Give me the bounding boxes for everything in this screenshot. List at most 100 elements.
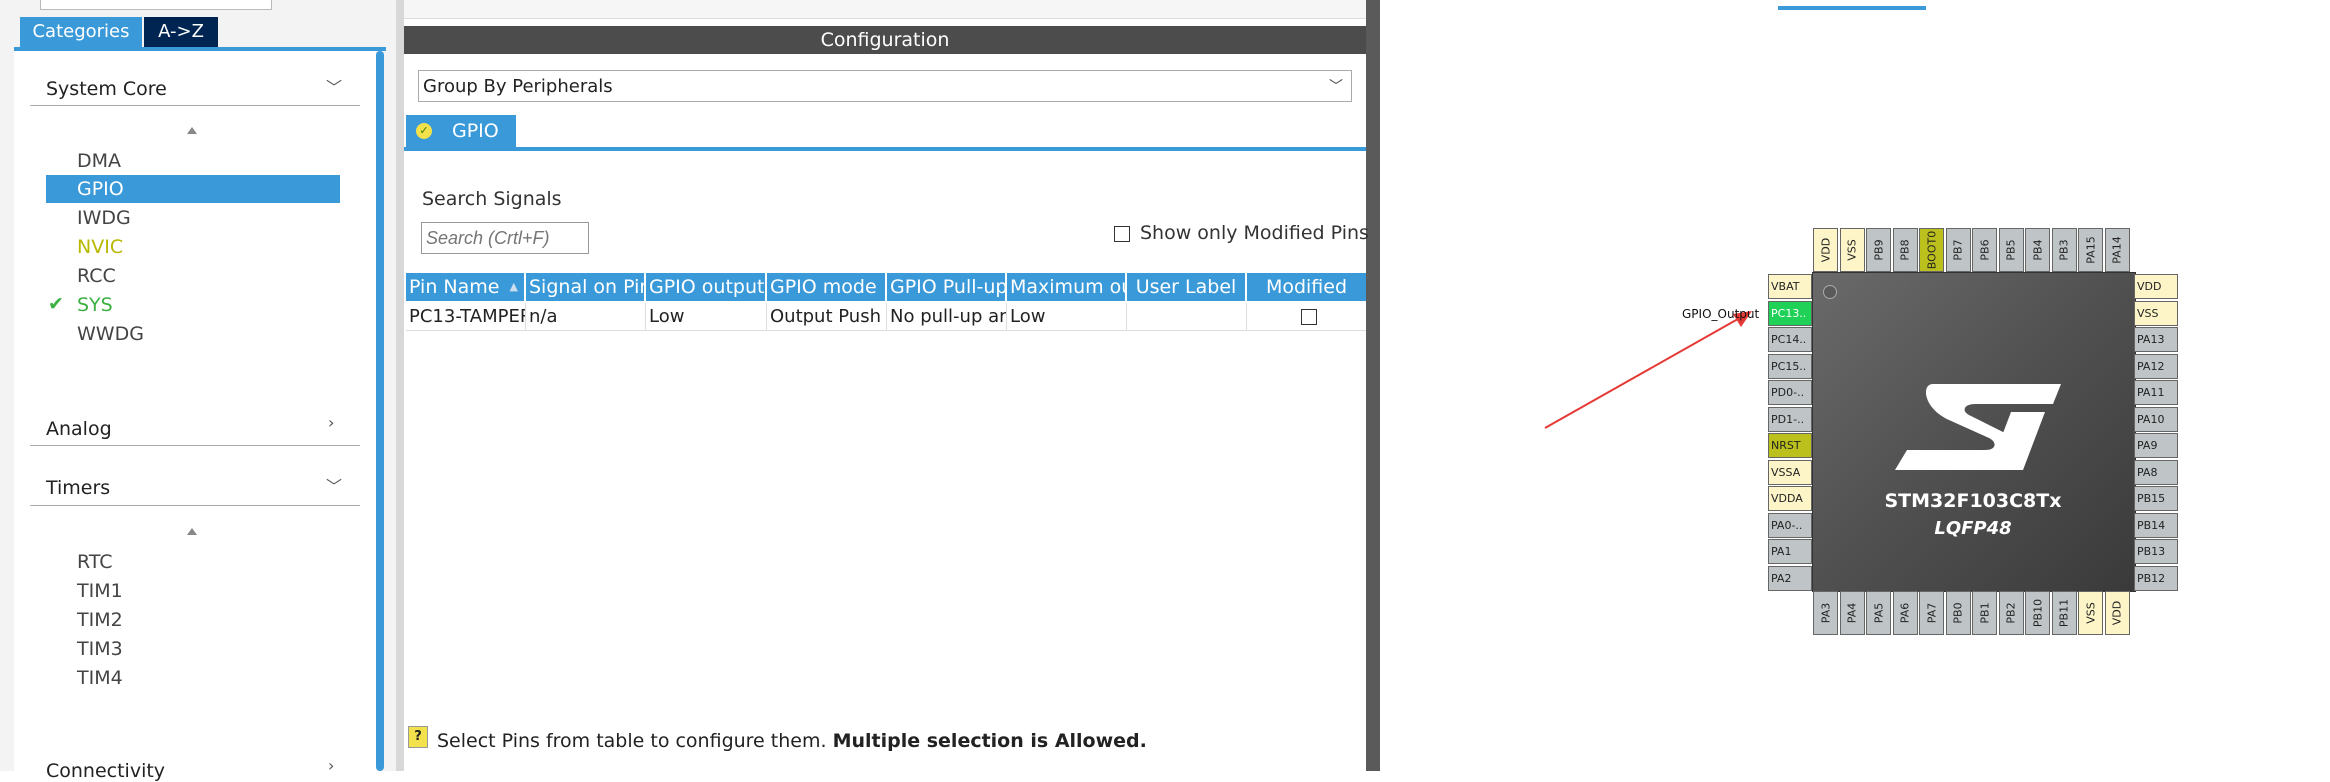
section-system-core[interactable]: System Core: [46, 78, 167, 100]
table-cell-user-label[interactable]: [1127, 303, 1247, 331]
pin-vss[interactable]: VSS: [2134, 300, 2178, 326]
pin-vbat[interactable]: VBAT: [1768, 274, 1812, 299]
table-cell-pull[interactable]: No pull-up and no pull-down: [887, 303, 1007, 331]
list-item-wwdg[interactable]: WWDG: [77, 323, 144, 345]
column-header-pin-name[interactable]: Pin Name ▲: [406, 273, 526, 301]
group-by-select[interactable]: Group By Peripherals ﹀: [418, 70, 1352, 102]
section-divider: [30, 105, 360, 106]
tab-gpio[interactable]: ✓ GPIO: [406, 115, 516, 147]
show-modified-checkbox[interactable]: [1114, 226, 1130, 242]
pin-pa15[interactable]: PA15: [2078, 228, 2103, 272]
column-header-pull[interactable]: GPIO Pull-up/Pull-down: [887, 273, 1007, 301]
pin-vdd[interactable]: VDD: [2104, 591, 2130, 635]
list-item-gpio[interactable]: GPIO: [46, 175, 340, 203]
pin-vss[interactable]: VSS: [1839, 228, 1865, 272]
panel-divider[interactable]: [396, 0, 404, 771]
pin-pa4[interactable]: PA4: [1839, 591, 1865, 635]
pin-pb0[interactable]: PB0: [1945, 591, 1971, 635]
list-item-rcc[interactable]: RCC: [77, 265, 116, 287]
table-cell-output-level[interactable]: Low: [646, 303, 767, 331]
modified-checkbox[interactable]: [1301, 309, 1317, 325]
list-item-tim1[interactable]: TIM1: [77, 580, 123, 602]
sort-asc-icon: ▲: [509, 280, 518, 293]
scroll-up-icon[interactable]: [187, 528, 197, 535]
pin-pa12[interactable]: PA12: [2134, 353, 2178, 379]
column-header-user-label[interactable]: User Label: [1127, 273, 1247, 301]
pin-pb3[interactable]: PB3: [2051, 228, 2077, 272]
pin-pb7[interactable]: PB7: [1945, 228, 1971, 272]
pin-pb4[interactable]: PB4: [2025, 228, 2050, 272]
table-cell-signal[interactable]: n/a: [526, 303, 646, 331]
chevron-right-icon[interactable]: ›: [328, 756, 334, 775]
table-cell-max-speed[interactable]: Low: [1007, 303, 1127, 331]
pin-pb14[interactable]: PB14: [2134, 512, 2178, 538]
pin-pb2[interactable]: PB2: [1998, 591, 2024, 635]
pin-vdd[interactable]: VDD: [2134, 274, 2178, 299]
pin-vdda[interactable]: VDDA: [1768, 486, 1812, 511]
list-item-sys[interactable]: SYS: [77, 294, 113, 316]
pin-pb10[interactable]: PB10: [2025, 591, 2050, 635]
column-header-signal[interactable]: Signal on Pin: [526, 273, 646, 301]
scrollbar[interactable]: [376, 51, 384, 771]
pin-pa3[interactable]: PA3: [1813, 591, 1838, 635]
scroll-up-icon[interactable]: [187, 127, 197, 134]
pin-pa7[interactable]: PA7: [1919, 591, 1944, 635]
pin-pb1[interactable]: PB1: [1972, 591, 1997, 635]
pin-pa14[interactable]: PA14: [2104, 228, 2130, 272]
pin-pa0[interactable]: PA0-..: [1768, 512, 1812, 538]
pin-pb8[interactable]: PB8: [1892, 228, 1918, 272]
pin-pa8[interactable]: PA8: [2134, 459, 2178, 485]
pin-pa11[interactable]: PA11: [2134, 380, 2178, 405]
pin-pb5[interactable]: PB5: [1998, 228, 2024, 272]
pin-nrst[interactable]: NRST: [1768, 433, 1812, 458]
pin-pb6[interactable]: PB6: [1972, 228, 1997, 272]
column-header-max-speed[interactable]: Maximum output speed: [1007, 273, 1127, 301]
search-input[interactable]: [421, 222, 589, 254]
chevron-right-icon[interactable]: ›: [328, 413, 334, 432]
chevron-down-icon[interactable]: ﹀: [326, 74, 342, 98]
pin-pc14[interactable]: PC14..: [1768, 327, 1812, 352]
configuration-header: Configuration: [404, 26, 1366, 54]
pin-pc13[interactable]: PC13..: [1768, 300, 1812, 326]
pin-pd1[interactable]: PD1-..: [1768, 406, 1812, 432]
pin-pa10[interactable]: PA10: [2134, 406, 2178, 432]
pin-pa2[interactable]: PA2: [1768, 565, 1812, 591]
section-analog[interactable]: Analog: [46, 418, 112, 440]
chevron-down-icon[interactable]: ﹀: [326, 473, 342, 497]
pin-vdd[interactable]: VDD: [1813, 228, 1838, 272]
table-cell-pin-name[interactable]: PC13-TAMPER-RTC: [406, 303, 526, 331]
view-tab-underline: [1778, 6, 1926, 10]
list-item-tim4[interactable]: TIM4: [77, 667, 123, 689]
list-item-tim2[interactable]: TIM2: [77, 609, 123, 631]
tab-categories[interactable]: Categories: [20, 17, 142, 47]
pin-pa9[interactable]: PA9: [2134, 433, 2178, 458]
pin-pb15[interactable]: PB15: [2134, 486, 2178, 511]
list-item-nvic[interactable]: NVIC: [77, 236, 123, 258]
pin-pa1[interactable]: PA1: [1768, 539, 1812, 564]
tab-a-z[interactable]: A->Z: [144, 17, 218, 47]
column-header-modified[interactable]: Modified: [1247, 273, 1366, 301]
pin-pa5[interactable]: PA5: [1866, 591, 1891, 635]
pin-pa13[interactable]: PA13: [2134, 327, 2178, 352]
table-cell-gpio-mode[interactable]: Output Push Pull: [767, 303, 887, 331]
pin-vss[interactable]: VSS: [2078, 591, 2103, 635]
pin-pa6[interactable]: PA6: [1892, 591, 1918, 635]
pin-pb9[interactable]: PB9: [1866, 228, 1891, 272]
column-header-gpio-mode[interactable]: GPIO mode: [767, 273, 887, 301]
list-item-dma[interactable]: DMA: [77, 150, 121, 172]
section-timers[interactable]: Timers: [46, 477, 110, 499]
list-item-tim3[interactable]: TIM3: [77, 638, 123, 660]
pin-pc15[interactable]: PC15..: [1768, 353, 1812, 379]
list-item-iwdg[interactable]: IWDG: [77, 207, 131, 229]
panel-divider[interactable]: [1366, 0, 1380, 771]
top-search-field[interactable]: [40, 0, 272, 10]
list-item-rtc[interactable]: RTC: [77, 551, 113, 573]
pin-pb11[interactable]: PB11: [2051, 591, 2077, 635]
column-header-output-level[interactable]: GPIO output level: [646, 273, 767, 301]
pin-boot0[interactable]: BOOT0: [1919, 228, 1944, 272]
pin-pb13[interactable]: PB13: [2134, 539, 2178, 564]
pin-vssa[interactable]: VSSA: [1768, 459, 1812, 485]
pin-pb12[interactable]: PB12: [2134, 565, 2178, 591]
pin-pd0[interactable]: PD0-..: [1768, 380, 1812, 405]
section-connectivity[interactable]: Connectivity: [46, 760, 165, 782]
